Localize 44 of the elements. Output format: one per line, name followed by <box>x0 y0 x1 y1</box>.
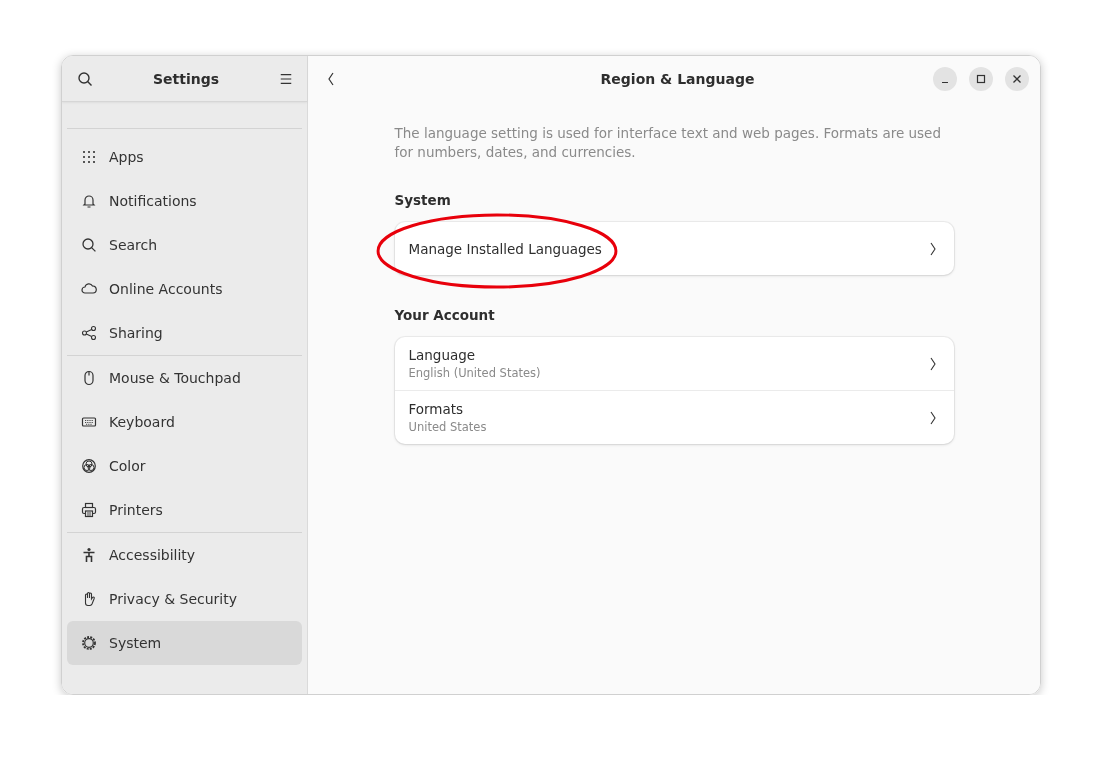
window-title: Region & Language <box>600 71 755 87</box>
group-heading: Your Account <box>394 307 496 323</box>
sidebar-item[interactable]: Color <box>67 444 302 488</box>
back-icon[interactable] <box>326 71 336 87</box>
maximize-button[interactable] <box>969 67 993 91</box>
list-row[interactable]: Manage Installed Languages <box>394 222 954 275</box>
minimize-icon <box>942 81 948 84</box>
grid-icon <box>81 149 97 165</box>
close-icon <box>1012 74 1022 84</box>
sidebar-item[interactable]: Mouse & Touchpad <box>67 356 302 400</box>
maximize-icon <box>976 74 986 84</box>
cloud-icon <box>81 281 97 297</box>
printer-icon <box>81 502 97 518</box>
sidebar-item[interactable]: Search <box>67 223 302 267</box>
search-icon[interactable] <box>77 70 93 87</box>
color-circles-icon <box>81 458 97 474</box>
list-row[interactable]: Language English (United States) <box>394 337 954 390</box>
group-heading: System <box>394 192 452 208</box>
chevron-icon <box>928 409 937 426</box>
sidebar-item[interactable]: Keyboard <box>67 400 302 444</box>
list-row[interactable]: Formats United States <box>394 390 954 444</box>
keyboard-icon <box>81 414 97 430</box>
gear-icon <box>81 635 97 651</box>
sidebar-item[interactable]: Printers <box>67 488 302 532</box>
chevron-icon <box>928 355 937 372</box>
menu-icon[interactable] <box>279 71 293 86</box>
sidebar-item[interactable]: Privacy & Security <box>67 577 302 621</box>
share-icon <box>81 325 97 341</box>
sidebar-item[interactable]: Accessibility <box>67 533 302 577</box>
search-icon <box>81 237 97 253</box>
sidebar-item[interactable]: Apps <box>67 135 302 179</box>
sidebar-item[interactable]: Online Accounts <box>67 267 302 311</box>
description-text: The language setting is used for interface text and web pages. Formats are used for numbers, dates, and currencies. <box>394 124 942 162</box>
chevron-icon <box>928 240 937 257</box>
sidebar-item[interactable]: Sharing <box>67 311 302 355</box>
person-icon <box>81 547 97 563</box>
sidebar-item[interactable]: Notifications <box>67 179 302 223</box>
close-button[interactable] <box>1005 67 1029 91</box>
mouse-icon <box>81 370 97 386</box>
bell-icon <box>81 193 97 209</box>
row-subtitle: English (United States) <box>408 366 542 380</box>
sidebar-item[interactable]: System <box>67 621 302 665</box>
row-subtitle: United States <box>408 420 488 434</box>
sidebar-title: Settings <box>152 70 220 87</box>
